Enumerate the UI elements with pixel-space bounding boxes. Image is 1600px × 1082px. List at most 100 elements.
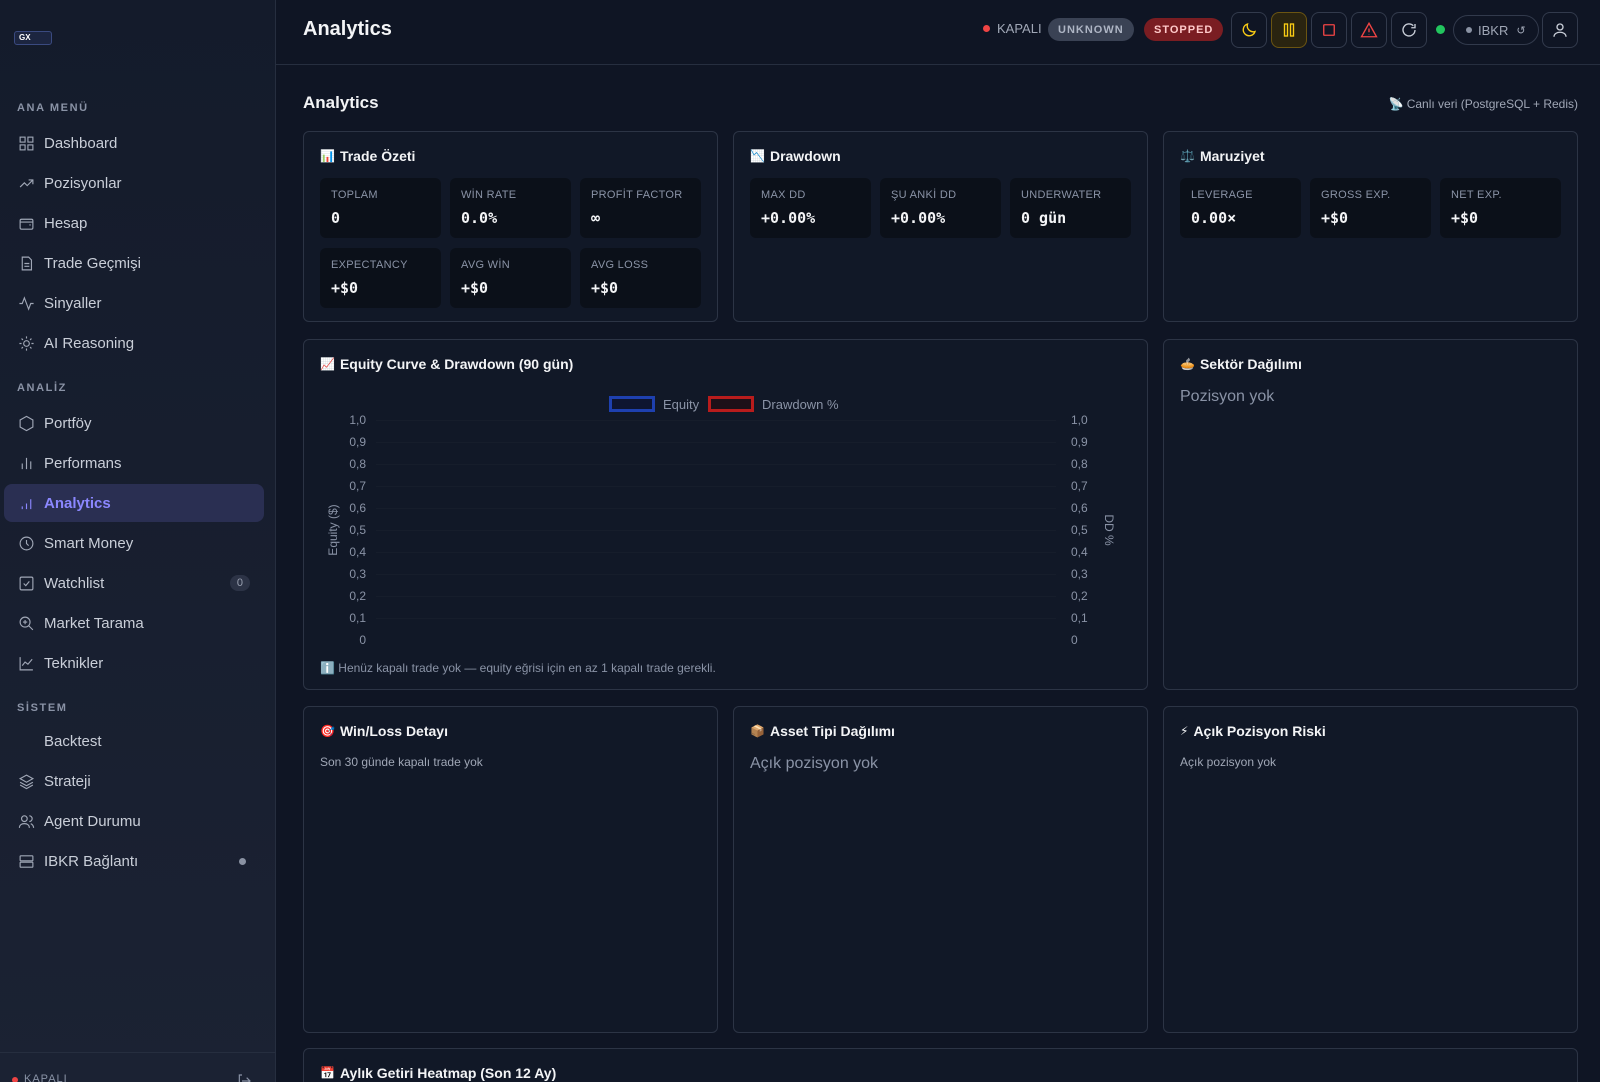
y-tick-label: 0,1 — [349, 611, 366, 625]
sidebar-item-label: IBKR Bağlantı — [44, 852, 139, 870]
y-tick-label: 0,3 — [349, 567, 366, 581]
sidebar-item-analytics[interactable]: Analytics — [4, 484, 264, 522]
sidebar-item-label: Hesap — [44, 214, 88, 232]
user-icon — [1553, 23, 1567, 37]
sidebar-item-trade-history[interactable]: Trade Geçmişi — [4, 244, 264, 282]
connection-status-dot — [239, 857, 246, 865]
logout-icon[interactable] — [236, 1073, 252, 1082]
users-icon — [17, 812, 35, 830]
sidebar-item-portfolio[interactable]: Portföy — [4, 404, 264, 442]
live-data-note: 📡 Canlı veri (PostgreSQL + Redis) — [1388, 97, 1578, 111]
equity-curve-card: 📈 Equity Curve & Drawdown (90 gün) Equity… — [303, 339, 1148, 690]
watchlist-count-badge: 0 — [229, 575, 250, 591]
unknown-badge: UNKNOWN — [1048, 18, 1134, 41]
y-tick-label: 0,7 — [349, 479, 366, 493]
section-label-main-menu: ANA MENÜ — [17, 102, 89, 114]
y2-tick-label: 0,4 — [1071, 545, 1088, 559]
search-plus-icon — [17, 614, 35, 632]
emergency-button[interactable] — [1351, 12, 1387, 48]
stat-max-dd: MAX DD +0.00% — [750, 178, 871, 238]
sidebar-item-label: Analytics — [44, 494, 111, 512]
sidebar-item-label: Dashboard — [44, 134, 118, 152]
activity-icon — [17, 294, 35, 312]
theme-toggle-button[interactable] — [1231, 12, 1267, 48]
sidebar-item-label: Portföy — [44, 414, 92, 432]
empty-state: Açık pozisyon yok — [1180, 755, 1277, 769]
y2-tick-label: 0,1 — [1071, 611, 1088, 625]
sidebar-item-strategy[interactable]: Strateji — [4, 762, 264, 800]
section-label-system: SİSTEM — [17, 702, 68, 714]
sidebar-item-watchlist[interactable]: Watchlist 0 — [4, 564, 264, 602]
y-tick-label: 0,8 — [349, 457, 366, 471]
sidebar-item-market-scan[interactable]: Market Tarama — [4, 604, 264, 642]
refresh-icon: ↺ — [1516, 24, 1526, 37]
status-dot — [1466, 27, 1472, 33]
card-title: 🎯 Win/Loss Detayı — [320, 723, 448, 739]
legend-item-equity[interactable]: Equity — [609, 396, 699, 412]
pause-button[interactable] — [1271, 12, 1307, 48]
sidebar-item-ai-reasoning[interactable]: AI Reasoning — [4, 324, 264, 362]
trend-up-icon — [17, 174, 35, 192]
sidebar-item-signals[interactable]: Sinyaller — [4, 284, 264, 322]
sidebar-item-label: AI Reasoning — [44, 334, 135, 352]
wallet-icon — [17, 214, 35, 232]
sidebar-item-techniques[interactable]: Teknikler — [4, 644, 264, 682]
sidebar-item-backtest[interactable]: Backtest — [4, 722, 264, 760]
sidebar-item-smart-money[interactable]: Smart Money — [4, 524, 264, 562]
card-title: ⚖️ Maruziyet — [1180, 148, 1265, 164]
sidebar-item-performance[interactable]: Performans — [4, 444, 264, 482]
sidebar-item-dashboard[interactable]: Dashboard — [4, 124, 264, 162]
y-tick-label: 0,4 — [349, 545, 366, 559]
broker-status-pill[interactable]: IBKR ↺ — [1453, 15, 1539, 45]
hexagon-icon — [17, 414, 35, 432]
sidebar-item-account[interactable]: Hesap — [4, 204, 264, 242]
sidebar-item-label: Sinyaller — [44, 294, 102, 312]
sidebar-item-label: Market Tarama — [44, 614, 144, 632]
y2-tick-label: 0,6 — [1071, 501, 1088, 515]
stat-gross-exposure: GROSS EXP. +$0 — [1310, 178, 1431, 238]
stat-expectancy: EXPECTANCY +$0 — [320, 248, 441, 308]
stop-icon — [1323, 24, 1335, 36]
exposure-card: ⚖️ Maruziyet LEVERAGE 0.00× GROSS EXP. +$0 … — [1163, 131, 1578, 322]
footer-status: KAPALI — [24, 1073, 68, 1082]
refresh-button[interactable] — [1391, 12, 1427, 48]
y2-tick-label: 0,8 — [1071, 457, 1088, 471]
sidebar-item-label: Watchlist — [44, 574, 105, 592]
user-menu-button[interactable] — [1542, 12, 1578, 48]
sidebar-item-ibkr-connection[interactable]: IBKR Bağlantı — [4, 842, 264, 880]
stop-button[interactable] — [1311, 12, 1347, 48]
analytics-icon — [17, 494, 35, 512]
empty-state: Son 30 günde kapalı trade yok — [320, 755, 483, 769]
page-title: Analytics — [303, 18, 392, 40]
section-label-analysis: ANALİZ — [17, 382, 67, 394]
sidebar-item-label: Smart Money — [44, 534, 134, 552]
stat-win-rate: WİN RATE 0.0% — [450, 178, 571, 238]
y-tick-label: 0,2 — [349, 589, 366, 603]
sidebar-item-agent-status[interactable]: Agent Durumu — [4, 802, 264, 840]
sidebar-item-label: Agent Durumu — [44, 812, 141, 830]
y-tick-label: 0,6 — [349, 501, 366, 515]
server-icon — [17, 852, 35, 870]
moon-icon — [1242, 22, 1257, 37]
topbar: Analytics KAPALI UNKNOWN STOPPED IBKR ↺ — [276, 0, 1600, 65]
drawdown-card: 📉 Drawdown MAX DD +0.00% ŞU ANKİ DD +0.00% … — [733, 131, 1148, 322]
app-logo[interactable]: GX — [14, 31, 52, 45]
y2-tick-label: 0,9 — [1071, 435, 1088, 449]
sidebar-item-positions[interactable]: Pozisyonlar — [4, 164, 264, 202]
win-loss-card: 🎯 Win/Loss Detayı Son 30 günde kapalı tra… — [303, 706, 718, 1033]
legend-item-drawdown[interactable]: Drawdown % — [708, 396, 839, 412]
card-title: 🥧 Sektör Dağılımı — [1180, 356, 1302, 372]
card-title: 📉 Drawdown — [750, 148, 841, 164]
stat-net-exposure: NET EXP. +$0 — [1440, 178, 1561, 238]
monthly-return-heatmap-card: 📅 Aylık Getiri Heatmap (Son 12 Ay) — [303, 1048, 1578, 1082]
stat-avg-win: AVG WİN +$0 — [450, 248, 571, 308]
stat-total: TOPLAM 0 — [320, 178, 441, 238]
connection-dot — [1436, 25, 1445, 34]
sidebar-item-label: Performans — [44, 454, 122, 472]
y2-tick-label: 0,7 — [1071, 479, 1088, 493]
plot-area — [376, 420, 1056, 619]
y2-tick-label: 1,0 — [1071, 413, 1088, 427]
sidebar: GX ANA MENÜ Dashboard Pozisyonlar Hesap … — [0, 0, 276, 1082]
sidebar-footer: KAPALI — [0, 1052, 276, 1082]
open-position-risk-card: ⚡ Açık Pozisyon Riski Açık pozisyon yok — [1163, 706, 1578, 1033]
